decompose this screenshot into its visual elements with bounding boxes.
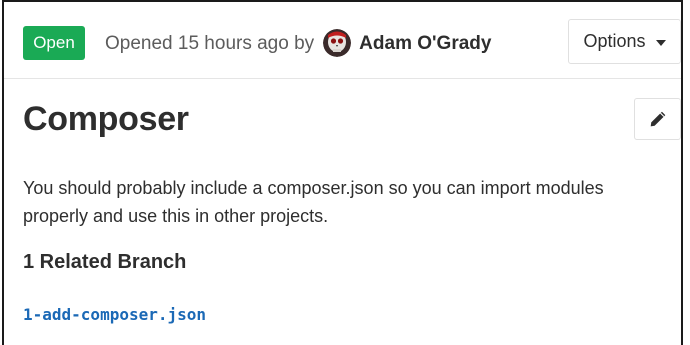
options-button[interactable]: Options bbox=[568, 19, 681, 64]
caret-down-icon bbox=[655, 39, 666, 46]
issue-detail: Open Opened 15 hours ago by Adam O'Grady… bbox=[2, 0, 683, 345]
status-badge: Open bbox=[23, 26, 85, 60]
related-branches-heading: 1 Related Branch bbox=[23, 251, 187, 273]
options-label: Options bbox=[583, 31, 646, 51]
pencil-icon bbox=[650, 111, 665, 127]
issue-description: You should probably include a composer.j… bbox=[23, 178, 604, 226]
author-avatar[interactable] bbox=[323, 29, 352, 57]
related-branch-link[interactable]: 1-add-composer.json bbox=[23, 305, 206, 324]
author-name[interactable]: Adam O'Grady bbox=[359, 33, 491, 55]
edit-button[interactable] bbox=[634, 98, 681, 140]
opened-text: Opened 15 hours ago by bbox=[105, 33, 315, 54]
issue-title: Composer bbox=[23, 100, 189, 138]
issue-header: Open Opened 15 hours ago by Adam O'Grady… bbox=[4, 2, 681, 79]
issue-meta: Opened 15 hours ago by Adam O'Grady bbox=[105, 29, 491, 58]
